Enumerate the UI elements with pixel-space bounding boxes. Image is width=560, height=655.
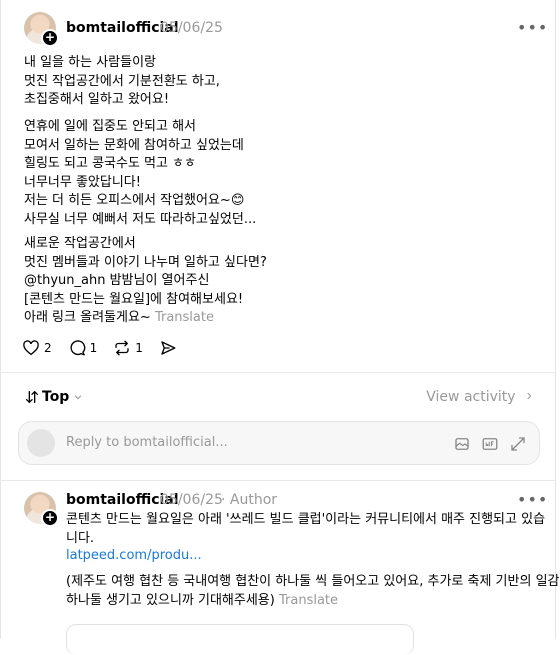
post-line: 사무실 너무 예뻐서 저도 따라하고싶었던... <box>24 211 257 227</box>
post-line: @thyun_ahn 밤밤님이 열어주신 <box>24 273 210 288</box>
follow-plus-icon[interactable]: + <box>41 29 59 47</box>
comment-icon <box>70 340 85 356</box>
comment-date[interactable]: 05/06/25 <box>160 492 223 508</box>
like-count: 2 <box>44 341 52 355</box>
post-line: 너무너무 좋았답니다! <box>24 174 141 190</box>
comment-body-2: (제주도 여행 협찬 등 국내여행 협찬이 하나둘 씩 들어오고 있어요, 추가… <box>66 573 560 610</box>
comment-avatar[interactable]: + <box>24 492 59 527</box>
author-badge: · Author <box>221 492 278 508</box>
post-line: 새로운 작업공간에서 <box>24 236 136 251</box>
post-more-icon[interactable]: ••• <box>517 18 548 37</box>
view-activity-link[interactable]: View activity <box>426 389 534 405</box>
reply-tools <box>443 435 527 457</box>
divider <box>0 480 556 481</box>
comment-line: 니다. <box>66 530 95 546</box>
post-paragraph-3: 새로운 작업공간에서 멋진 멤버들과 이야기 나누며 일하고 싶다면? @thy… <box>24 235 267 328</box>
comment-count: 1 <box>89 341 98 355</box>
post-line: [콘텐츠 만드는 월요일]에 참여해보세요! <box>24 291 244 307</box>
chevron-down-icon <box>75 395 82 400</box>
post-line: 초집중해서 일하고 왔어요! <box>24 92 170 107</box>
gif-icon[interactable] <box>481 435 499 457</box>
repost-count: 1 <box>135 341 143 355</box>
comment-link[interactable]: latpeed.com/produ... <box>66 548 202 563</box>
follow-plus-icon[interactable]: + <box>41 509 59 527</box>
link-preview-card[interactable] <box>66 624 414 655</box>
share-icon <box>161 341 176 355</box>
heart-icon <box>23 340 39 356</box>
post-line: 힐링도 되고 콩국수도 먹고 ㅎㅎ <box>24 156 197 171</box>
post-line: 멋진 작업공간에서 기분전환도 하고, <box>24 73 220 89</box>
reply-box[interactable]: Reply to bomtailofficial... <box>18 421 540 465</box>
post-avatar[interactable]: + <box>24 12 59 47</box>
comment-line: 하나둘 생기고 있으니까 기대해주세용) <box>66 592 275 608</box>
expand-icon[interactable] <box>509 435 527 457</box>
view-activity-label: View activity <box>426 389 516 405</box>
repost-button[interactable]: 1 <box>113 339 143 357</box>
post-line: 저는 더 히든 오피스에서 작업했어요~😊 <box>24 193 245 208</box>
post-line: 멋진 멤버들과 이야기 나누며 일하고 싶다면? <box>24 254 267 270</box>
sort-dropdown[interactable]: Top <box>24 389 83 405</box>
comment-body: 콘텐츠 만드는 월요일은 아래 '쓰레드 빌드 클럽'이라는 커뮤니티에서 매주… <box>66 511 545 548</box>
repost-icon <box>115 340 129 356</box>
post-line: 모여서 일하는 문화에 참여하고 싶었는데 <box>24 137 244 153</box>
reply-input[interactable]: Reply to bomtailofficial... <box>66 435 228 450</box>
like-button[interactable]: 2 <box>22 339 52 357</box>
translate-link[interactable]: Translate <box>279 593 338 608</box>
post-line: 아래 링크 올려둘게요~ <box>24 310 151 325</box>
comment-line: 콘텐츠 만드는 월요일은 아래 '쓰레드 빌드 클럽'이라는 커뮤니티에서 매주… <box>66 512 546 527</box>
comment-more-icon[interactable]: ••• <box>517 490 548 509</box>
post-date[interactable]: 05/06/25 <box>160 20 223 36</box>
post-line: 내 일을 하는 사람들이랑 <box>24 55 156 70</box>
post-actions: 2 1 1 <box>22 339 197 357</box>
comment-button[interactable]: 1 <box>68 339 98 357</box>
sort-label: Top <box>42 389 70 405</box>
translate-link[interactable]: Translate <box>155 310 214 325</box>
post-paragraph-2: 연휴에 일에 집중도 안되고 해서 모여서 일하는 문화에 참여하고 싶었는데 … <box>24 118 256 229</box>
divider <box>0 372 556 373</box>
post-paragraph-1: 내 일을 하는 사람들이랑 멋진 작업공간에서 기분전환도 하고, 초집중해서 … <box>24 54 220 110</box>
reply-avatar <box>27 429 55 457</box>
image-icon[interactable] <box>453 435 471 457</box>
comment-line: (제주도 여행 협찬 등 국내여행 협찬이 하나둘 씩 들어오고 있어요, 추가… <box>66 574 560 589</box>
sort-icon <box>26 391 38 403</box>
chevron-right-icon <box>527 392 532 400</box>
post-line: 연휴에 일에 집중도 안되고 해서 <box>24 119 197 134</box>
share-button[interactable] <box>159 339 181 357</box>
